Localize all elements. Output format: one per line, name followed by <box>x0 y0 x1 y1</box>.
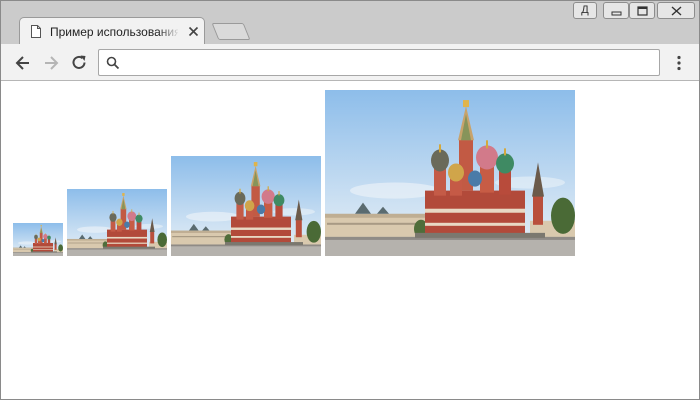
cathedral-image-small <box>13 223 63 256</box>
active-tab[interactable]: Пример использования атрибута <box>19 17 205 45</box>
browser-window: Пример использования атрибута Д <box>0 0 700 400</box>
reload-icon[interactable] <box>69 53 89 73</box>
page-icon <box>31 25 41 38</box>
profile-button[interactable]: Д <box>573 2 597 19</box>
minimize-button[interactable] <box>603 2 629 19</box>
cathedral-image-xlarge <box>325 90 575 256</box>
profile-label: Д <box>581 4 589 16</box>
toolbar <box>1 44 699 81</box>
close-window-icon <box>671 6 682 16</box>
close-icon[interactable] <box>188 26 199 37</box>
new-tab-button[interactable] <box>211 23 251 40</box>
menu-dots-icon[interactable] <box>669 53 689 73</box>
address-input[interactable] <box>127 53 651 74</box>
cathedral-image-medium <box>67 189 167 256</box>
tab-title-fade <box>158 22 180 42</box>
address-bar[interactable] <box>98 49 660 76</box>
page-content <box>1 81 699 399</box>
search-icon <box>106 56 120 70</box>
minimize-icon <box>611 11 622 16</box>
forward-arrow-icon[interactable] <box>41 53 61 73</box>
tab-strip: Пример использования атрибута Д <box>1 1 699 45</box>
cathedral-image-large <box>171 156 321 256</box>
back-arrow-icon[interactable] <box>13 53 33 73</box>
maximize-icon <box>637 6 648 16</box>
maximize-button[interactable] <box>629 2 655 19</box>
close-window-button[interactable] <box>657 2 695 19</box>
